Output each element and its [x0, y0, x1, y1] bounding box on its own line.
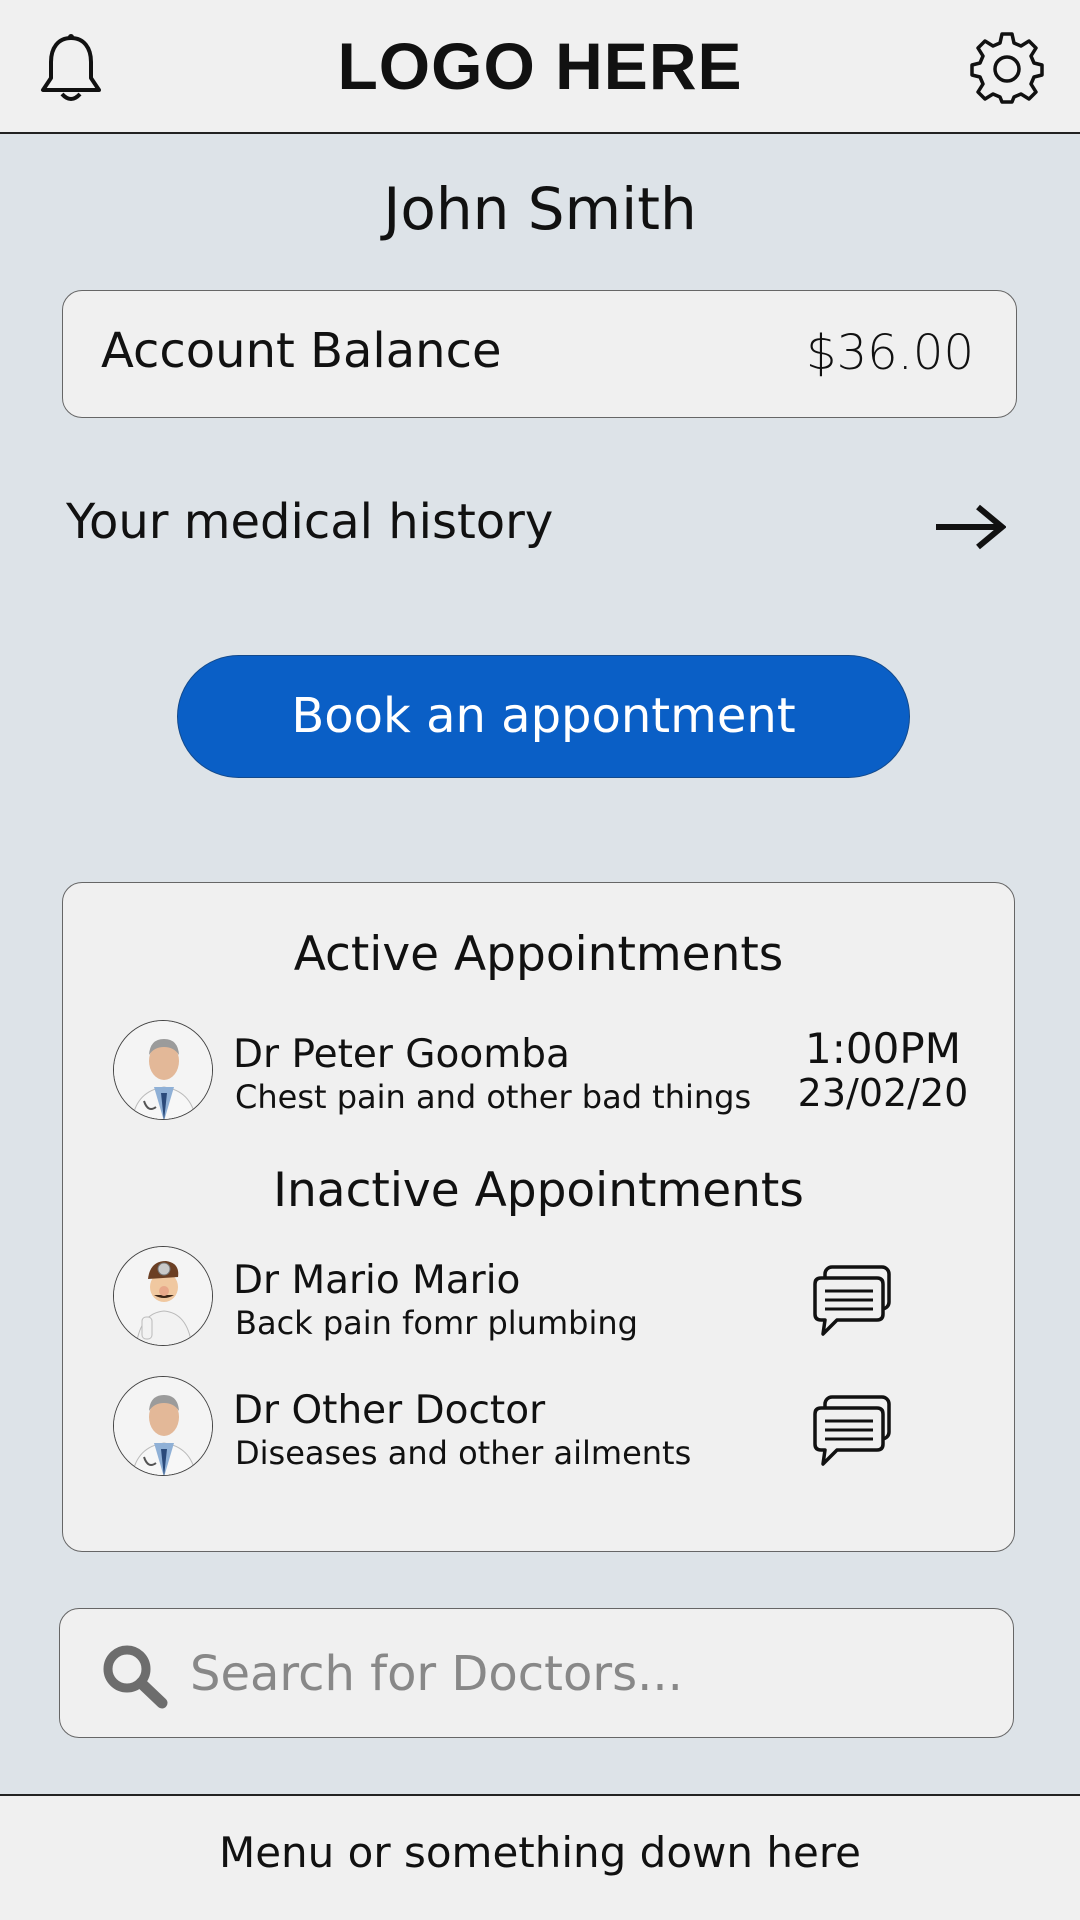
- appointment-description: Chest pain and other bad things: [235, 1078, 752, 1116]
- chat-icon[interactable]: [811, 1264, 893, 1338]
- doctor-search-box[interactable]: [59, 1608, 1014, 1738]
- active-appointments-title: Active Appointments: [293, 927, 784, 982]
- book-appointment-button[interactable]: Book an appontment: [177, 655, 910, 778]
- appointment-description: Diseases and other ailments: [235, 1434, 692, 1472]
- search-icon: [103, 1645, 168, 1709]
- doctor-avatar: [113, 1020, 213, 1120]
- inactive-appointment-row[interactable]: Dr Other Doctor Diseases and other ailme…: [113, 1376, 973, 1476]
- doctor-avatar: [113, 1376, 213, 1476]
- appointments-card: Active Appointments Dr Peter Goomba Ches…: [62, 882, 1015, 1552]
- user-name: John Smith: [383, 175, 697, 243]
- balance-label: Account Balance: [101, 323, 502, 379]
- search-input[interactable]: [190, 1637, 970, 1711]
- arrow-right-icon[interactable]: [934, 504, 1006, 550]
- doctor-name: Dr Mario Mario: [233, 1258, 521, 1303]
- medical-history-link[interactable]: Your medical history: [66, 490, 1016, 560]
- bottom-menu-label: Menu or something down here: [218, 1828, 862, 1877]
- doctor-avatar: [113, 1246, 213, 1346]
- gear-icon[interactable]: [970, 30, 1044, 104]
- appointment-datetime: 1:00PM 23/02/20: [793, 1024, 973, 1115]
- account-balance-card[interactable]: Account Balance $36.00: [62, 290, 1017, 418]
- chat-icon[interactable]: [811, 1394, 893, 1468]
- medical-history-label: Your medical history: [66, 494, 554, 550]
- appointment-time: 1:00PM: [805, 1024, 961, 1073]
- doctor-name: Dr Other Doctor: [233, 1388, 546, 1433]
- bottom-menu[interactable]: Menu or something down here: [0, 1794, 1080, 1920]
- appointment-description: Back pain fomr plumbing: [235, 1304, 638, 1342]
- balance-value: $36.00: [806, 325, 974, 381]
- logo: LOGO HERE: [337, 29, 743, 103]
- top-bar: LOGO HERE: [0, 0, 1080, 134]
- doctor-name: Dr Peter Goomba: [233, 1032, 570, 1077]
- appointment-date: 23/02/20: [797, 1071, 969, 1115]
- inactive-appointment-row[interactable]: Dr Mario Mario Back pain fomr plumbing: [113, 1246, 973, 1346]
- inactive-appointments-title: Inactive Appointments: [273, 1163, 804, 1218]
- active-appointment-row[interactable]: Dr Peter Goomba Chest pain and other bad…: [113, 1020, 973, 1120]
